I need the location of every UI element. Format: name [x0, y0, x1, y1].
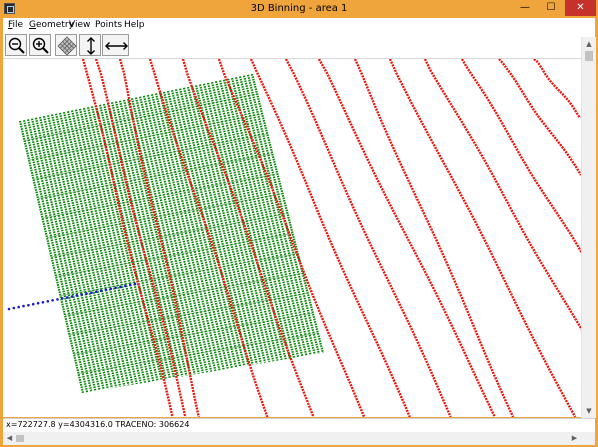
vertical-scrollbar[interactable]: ▲ ▼	[581, 37, 596, 418]
source-point	[85, 292, 88, 295]
receiver-line	[423, 59, 581, 331]
maximize-button[interactable]: ☐	[538, 0, 564, 16]
menu-geometry[interactable]: Geometry	[29, 19, 74, 32]
source-point	[7, 307, 11, 311]
source-point	[133, 282, 137, 286]
source-point	[46, 300, 50, 303]
receiver-line	[284, 59, 452, 417]
source-point	[119, 285, 122, 289]
minimize-button[interactable]: —	[512, 0, 538, 16]
window-title: 3D Binning - area 1	[250, 3, 348, 14]
source-point	[51, 299, 54, 302]
horizontal-stretch-button[interactable]	[102, 34, 129, 56]
horizontal-scroll-thumb[interactable]	[16, 435, 24, 442]
source-point	[124, 284, 127, 288]
bin-grid-button[interactable]	[55, 34, 77, 56]
source-point	[90, 291, 93, 294]
source-point	[41, 301, 45, 304]
source-point	[80, 293, 83, 296]
source-point	[109, 287, 113, 291]
receiver-line	[249, 59, 411, 417]
scroll-right-icon[interactable]: ▶	[568, 432, 581, 445]
source-point	[70, 295, 74, 298]
menu-file-label: ile	[12, 20, 24, 30]
grid-icon	[57, 36, 77, 56]
source-point	[75, 294, 79, 297]
source-point	[65, 296, 69, 299]
source-point	[22, 304, 25, 308]
receiver-line	[388, 59, 577, 417]
horizontal-stretch-icon	[105, 42, 128, 50]
close-button[interactable]: ✕	[565, 0, 596, 16]
title-bar[interactable]: 3D Binning - area 1 — ☐ ✕	[0, 0, 598, 18]
menu-bar: File Geometry View Points Help	[3, 18, 595, 34]
source-point	[27, 303, 30, 307]
source-point	[94, 290, 98, 293]
menu-file[interactable]: File	[8, 19, 23, 32]
source-point	[36, 301, 40, 305]
menu-help[interactable]: Help	[124, 19, 145, 32]
receiver-line	[353, 59, 515, 417]
receiver-line	[317, 59, 496, 417]
source-point	[104, 288, 108, 292]
zoom-in-button[interactable]	[29, 34, 51, 56]
receiver-line	[217, 59, 366, 417]
source-point	[56, 298, 59, 301]
bin-grid	[18, 73, 325, 394]
source-point	[12, 306, 16, 310]
zoom-out-icon	[8, 37, 25, 54]
zoom-out-button[interactable]	[5, 34, 27, 56]
cursor-coordinates: x=722727.8 y=4304316.0 TRACENO: 306624	[6, 420, 190, 429]
size-grip[interactable]	[581, 432, 595, 445]
scroll-up-icon[interactable]: ▲	[582, 37, 596, 51]
source-point	[31, 302, 35, 306]
source-point	[99, 289, 103, 292]
receiver-lines	[81, 59, 581, 417]
receiver-line	[498, 59, 581, 176]
source-point	[61, 297, 64, 300]
receiver-line	[460, 59, 581, 254]
bin-row	[51, 213, 288, 258]
binning-map[interactable]	[3, 59, 581, 417]
scroll-down-icon[interactable]: ▼	[582, 404, 596, 418]
vertical-stretch-button[interactable]	[79, 34, 101, 56]
toolbar	[3, 33, 595, 59]
horizontal-scrollbar[interactable]: ◀ ▶	[3, 432, 581, 445]
source-point	[114, 286, 117, 290]
vertical-scroll-thumb[interactable]	[585, 51, 593, 61]
zoom-in-icon	[32, 37, 49, 54]
binning-map-canvas[interactable]	[3, 59, 581, 417]
status-bar: x=722727.8 y=4304316.0 TRACENO: 306624	[3, 418, 595, 433]
vertical-stretch-icon	[87, 37, 95, 55]
receiver-line	[533, 59, 581, 119]
bin-row	[55, 233, 293, 277]
source-point	[17, 305, 20, 309]
application-window: 3D Binning - area 1 — ☐ ✕ File Geometry …	[0, 0, 598, 447]
menu-points[interactable]: Points	[95, 19, 122, 32]
menu-geometry-accel: G	[29, 20, 36, 30]
scroll-left-icon[interactable]: ◀	[3, 432, 16, 445]
source-point	[128, 283, 132, 287]
menu-view[interactable]: View	[69, 19, 90, 32]
